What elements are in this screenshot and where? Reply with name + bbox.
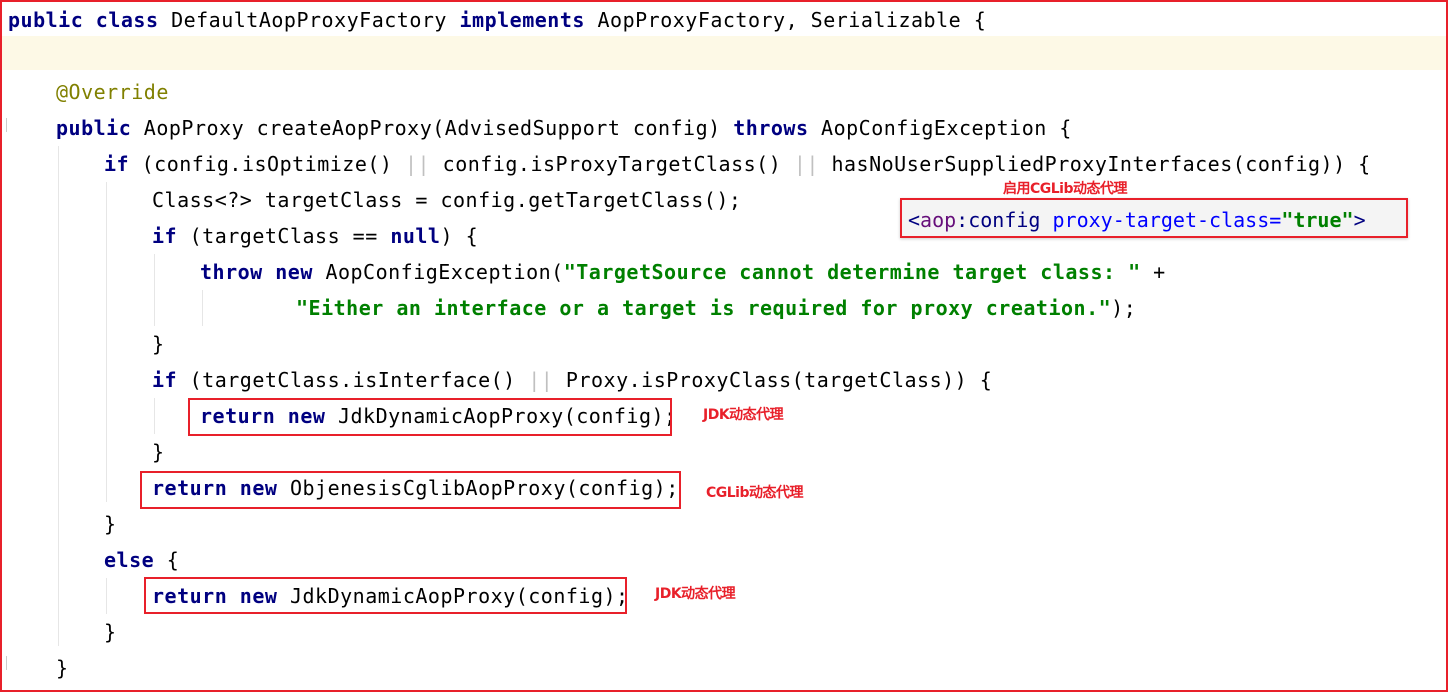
highlight-box-jdk-1 [188, 398, 672, 436]
indent-guide [58, 146, 59, 646]
equals: = [1269, 208, 1282, 232]
xml-tag-name: config [968, 208, 1041, 232]
fold-marker[interactable] [6, 656, 13, 670]
brace: { [154, 548, 180, 572]
keyword: else [104, 548, 155, 572]
statement: Class<?> targetClass = config.getTargetC… [152, 188, 742, 212]
indent-guide [154, 398, 155, 434]
keyword: new [275, 260, 313, 284]
or-operator: || [405, 152, 431, 176]
code-line-if-null: if (targetClass == null) { [152, 218, 478, 254]
highlight-box-jdk-2 [144, 577, 627, 614]
keyword: throws [733, 116, 809, 140]
code-line-method-declaration: public AopProxy createAopProxy(AdvisedSu… [56, 110, 1072, 146]
code-line-close-brace: } [104, 506, 117, 542]
note-enable-cglib: 启用CGLib动态代理 [1003, 181, 1128, 197]
highlight-box-cglib [140, 471, 681, 509]
keyword: implements [459, 8, 585, 32]
operator: + [1140, 260, 1166, 284]
tag-bracket: < [908, 208, 921, 232]
code-line-class-declaration: public class DefaultAopProxyFactory impl… [8, 2, 986, 38]
condition: Proxy.isProxyClass(targetClass)) { [565, 368, 993, 392]
code-line-close-brace: } [56, 650, 69, 686]
note-cglib-proxy: CGLib动态代理 [706, 485, 804, 501]
brace: } [104, 512, 117, 536]
keyword: public [8, 8, 84, 32]
keyword: throw [200, 260, 263, 284]
keyword: if [104, 152, 130, 176]
indent-guide [106, 182, 107, 502]
code-line-close-brace: } [152, 326, 165, 362]
condition: (targetClass == [189, 224, 378, 248]
condition: config.isProxyTargetClass() [442, 152, 782, 176]
code-line-annotation: @Override [56, 74, 169, 110]
class-name: DefaultAopProxyFactory [171, 8, 447, 32]
code-line-close-brace: } [152, 434, 165, 470]
keyword: public [56, 116, 132, 140]
code-line-target-class: Class<?> targetClass = config.getTargetC… [152, 182, 741, 218]
brace: } [152, 332, 165, 356]
method-signature: AopProxy createAopProxy(AdvisedSupport c… [143, 116, 721, 140]
xml-attribute-value: "true" [1281, 208, 1354, 232]
exception-type: AopConfigException { [821, 116, 1072, 140]
indent-guide [106, 578, 107, 614]
note-jdk-proxy: JDK动态代理 [655, 586, 736, 602]
indent-guide [202, 290, 203, 326]
colon: : [956, 208, 969, 232]
keyword: if [152, 224, 178, 248]
indent-guide [154, 254, 155, 326]
or-operator: || [793, 152, 819, 176]
punctuation: ); [1111, 296, 1137, 320]
keyword: null [390, 224, 441, 248]
brace: } [152, 440, 165, 464]
xml-namespace: aop [920, 208, 957, 232]
keyword: if [152, 368, 178, 392]
constructor-call: AopConfigException( [325, 260, 564, 284]
keyword: class [95, 8, 159, 32]
condition: (targetClass.isInterface() [189, 368, 516, 392]
tag-bracket: > [1353, 208, 1366, 232]
brace: } [104, 620, 117, 644]
code-line-throw: throw new AopConfigException("TargetSour… [200, 254, 1166, 290]
brace: } [56, 656, 69, 680]
code-line-else: else { [104, 542, 179, 578]
condition: hasNoUserSuppliedProxyInterfaces(config)… [831, 152, 1371, 176]
fold-marker[interactable] [6, 118, 13, 132]
xml-attribute: proxy-target-class [1052, 208, 1270, 232]
string-literal: "Either an interface or a target is requ… [296, 296, 1112, 320]
annotation: @Override [56, 80, 169, 104]
note-jdk-proxy: JDK动态代理 [703, 407, 784, 423]
or-operator: || [528, 368, 554, 392]
interfaces: AopProxyFactory, Serializable { [597, 8, 987, 32]
code-line-if-optimize: if (config.isOptimize() || config.isProx… [104, 146, 1371, 182]
condition: (config.isOptimize() [141, 152, 393, 176]
xml-config-snippet: <aop:config proxy-target-class="true"> [900, 198, 1408, 238]
code-line-throw-continued: "Either an interface or a target is requ… [296, 290, 1136, 326]
code-line-close-brace: } [104, 614, 117, 650]
string-literal: "TargetSource cannot determine target cl… [563, 260, 1141, 284]
code-line-if-interface: if (targetClass.isInterface() || Proxy.i… [152, 362, 992, 398]
punctuation: ) { [440, 224, 479, 248]
